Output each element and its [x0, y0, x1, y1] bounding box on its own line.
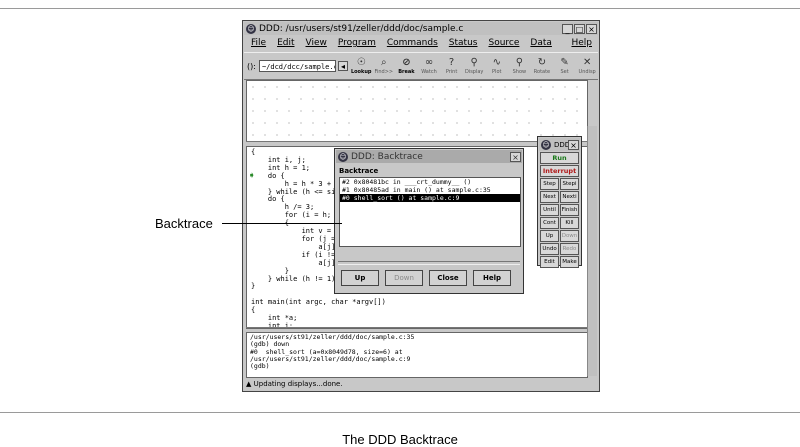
plot-icon: ∿: [492, 57, 501, 68]
console-text: /usr/users/st91/zeller/ddd/doc/sample.c:…: [250, 333, 587, 371]
console-line: /usr/users/st91/zeller/ddd/doc/sample.c:…: [250, 333, 415, 341]
tool-rotate[interactable]: ↻ Rotate: [531, 57, 553, 75]
ddd-app-icon: ☺: [541, 139, 551, 150]
source-scrollbar[interactable]: [587, 126, 597, 326]
menu-help[interactable]: Help: [571, 38, 592, 48]
tool-lookup[interactable]: ☉ Lookup: [350, 57, 372, 75]
status-bar: ▲ Updating displays...done.: [246, 380, 343, 388]
cmd-next-button[interactable]: Next: [540, 191, 559, 203]
source-line: {: [251, 306, 256, 315]
toolbar: (): ~/dcd/dcc/sample.c:9 ◂ ☉Lookup ⌕Find…: [244, 52, 598, 80]
cmd-kill-button[interactable]: Kill: [560, 217, 579, 229]
cmd-down-button[interactable]: Down: [560, 230, 579, 242]
glasses-icon: ∞: [424, 57, 434, 68]
bottom-rule: [0, 412, 800, 413]
tool-watch[interactable]: ∞ Watch: [418, 57, 440, 75]
tool-break[interactable]: ⊘ Break: [396, 57, 418, 75]
ddd-app-icon: ☺: [246, 23, 256, 34]
menubar: File Edit View Program Commands Status S…: [244, 36, 598, 50]
arg-prefix: ():: [247, 61, 256, 71]
backtrace-label: Backtrace: [339, 167, 379, 175]
close-button[interactable]: Close: [429, 270, 467, 286]
backtrace-frame[interactable]: #1 0x80485ad in main () at sample.c:35: [340, 186, 520, 194]
callout-label: Backtrace: [155, 216, 213, 231]
console-scrollbar[interactable]: [587, 326, 597, 376]
tool-show[interactable]: ⚲ Show: [509, 57, 531, 75]
command-tool-title: DDD: [554, 140, 568, 149]
backtrace-titlebar: ☺ DDD: Backtrace ×: [336, 150, 522, 163]
stop-sign-icon: ⊘: [402, 57, 411, 68]
command-tool: ☺ DDD × Run Interrupt Step Stepi Next Nexti Un…: [537, 136, 582, 268]
up-button[interactable]: Up: [341, 270, 379, 286]
print-icon: ?: [448, 57, 455, 68]
cmd-nexti-button[interactable]: Nexti: [560, 191, 579, 203]
dialog-separator: [338, 261, 520, 265]
command-tool-buttons: Run Interrupt Step Stepi Next Nexti Until Finis…: [540, 152, 579, 268]
menu-program[interactable]: Program: [338, 38, 376, 48]
callout-line: [222, 223, 342, 224]
cmd-finish-button[interactable]: Finish: [560, 204, 579, 216]
menu-source[interactable]: Source: [488, 38, 519, 48]
menu-edit[interactable]: Edit: [277, 38, 294, 48]
cmd-up-button[interactable]: Up: [540, 230, 559, 242]
console-line: /usr/users/st91/zeller/ddd/doc/sample.c:…: [250, 354, 411, 363]
cmd-step-button[interactable]: Step: [540, 178, 559, 190]
argument-field[interactable]: ~/dcd/dcc/sample.c:9: [258, 60, 336, 72]
lookup-icon: ☉: [356, 57, 366, 68]
display-icon: ⚲: [470, 57, 478, 68]
source-line: int *a;: [251, 314, 298, 323]
figure-caption: The DDD Backtrace: [342, 432, 458, 447]
window-title: DDD: /usr/users/st91/zeller/ddd/doc/samp…: [259, 23, 464, 34]
undisplay-icon: ✕: [582, 57, 592, 68]
close-icon[interactable]: ×: [586, 23, 597, 34]
source-line: int main(int argc, char *argv[]): [251, 298, 386, 307]
menu-data[interactable]: Data: [530, 38, 552, 48]
tool-set[interactable]: ✎ Set: [554, 57, 576, 75]
main-titlebar: ☺ DDD: /usr/users/st91/zeller/ddd/doc/sa…: [244, 22, 598, 35]
command-tool-titlebar: ☺ DDD ×: [539, 138, 580, 151]
magnifier-icon: ⚲: [515, 57, 524, 68]
cmd-interrupt-button[interactable]: Interrupt: [540, 165, 579, 177]
minimize-icon[interactable]: _: [562, 23, 573, 34]
execution-arrow-icon: ➧: [248, 171, 256, 181]
close-icon[interactable]: ×: [510, 151, 521, 162]
find-icon: ⌕: [380, 57, 387, 68]
debugger-console[interactable]: /usr/users/st91/zeller/ddd/doc/sample.c:…: [246, 332, 588, 378]
backtrace-dialog: ☺ DDD: Backtrace × Backtrace #2 0x80481b…: [334, 148, 524, 294]
status-indicator-icon: ▲: [246, 380, 252, 388]
tool-plot[interactable]: ∿ Plot: [486, 57, 508, 75]
cmd-until-button[interactable]: Until: [540, 204, 559, 216]
menu-view[interactable]: View: [306, 38, 327, 48]
cmd-edit-button[interactable]: Edit: [540, 256, 559, 268]
rotate-icon: ↻: [537, 57, 547, 68]
set-icon: ✎: [560, 57, 569, 68]
menu-status[interactable]: Status: [449, 38, 478, 48]
tool-display[interactable]: ⚲ Display: [463, 57, 485, 75]
cmd-redo-button[interactable]: Redo: [560, 243, 579, 255]
backtrace-frame[interactable]: #2 0x80481bc in ___crt_dummy__ (): [340, 178, 520, 186]
close-icon[interactable]: ×: [568, 139, 579, 150]
down-button[interactable]: Down: [385, 270, 423, 286]
console-line: (gdb): [250, 362, 270, 371]
top-rule: [0, 8, 800, 9]
backtrace-list[interactable]: #2 0x80481bc in ___crt_dummy__ () #1 0x80…: [339, 177, 521, 247]
maximize-icon[interactable]: □: [574, 23, 585, 34]
tool-find[interactable]: ⌕ Find>>: [373, 57, 395, 75]
menu-file[interactable]: File: [251, 38, 266, 48]
cmd-run-button[interactable]: Run: [540, 152, 579, 164]
backtrace-frame[interactable]: #0 shell_sort () at sample.c:9: [340, 194, 520, 202]
tool-print[interactable]: ? Print: [441, 57, 463, 75]
menu-commands[interactable]: Commands: [387, 38, 438, 48]
cmd-cont-button[interactable]: Cont: [540, 217, 559, 229]
status-text: Updating displays...done.: [253, 380, 343, 388]
cmd-undo-button[interactable]: Undo: [540, 243, 559, 255]
data-display-pane[interactable]: [246, 80, 588, 142]
tool-undisplay[interactable]: ✕ Undisp: [576, 57, 598, 75]
cmd-make-button[interactable]: Make: [560, 256, 579, 268]
cmd-stepi-button[interactable]: Stepi: [560, 178, 579, 190]
clear-arg-icon[interactable]: ◂: [337, 61, 349, 71]
help-button[interactable]: Help: [473, 270, 511, 286]
dialog-title: DDD: Backtrace: [351, 151, 423, 162]
ddd-app-icon: ☺: [338, 151, 348, 162]
